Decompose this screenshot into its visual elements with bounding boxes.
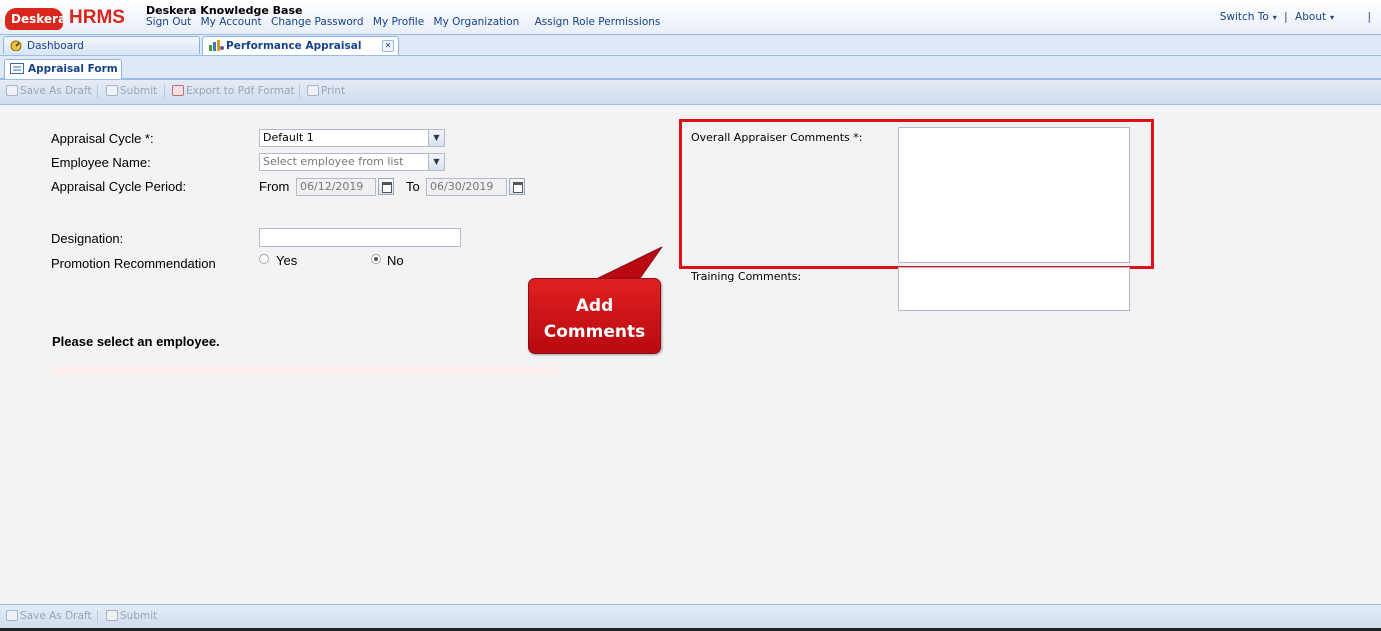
button-label: Submit — [120, 610, 158, 622]
training-comments-textarea[interactable] — [898, 267, 1130, 311]
tab-dashboard[interactable]: Dashboard — [3, 36, 200, 54]
my-organization-link[interactable]: My Organization — [434, 16, 520, 28]
appraisal-cycle-label: Appraisal Cycle *: — [51, 131, 154, 146]
from-date-field[interactable]: 06/12/2019 — [296, 178, 394, 196]
button-label: Export to Pdf Format — [186, 85, 295, 97]
cycle-period-label: Appraisal Cycle Period: — [51, 179, 187, 194]
button-label: Save As Draft — [20, 610, 92, 622]
tab-appraisal-form[interactable]: Appraisal Form — [4, 59, 122, 79]
chevron-down-icon[interactable]: ▼ — [428, 129, 445, 147]
print-icon — [307, 85, 319, 96]
training-comments-label: Training Comments: — [691, 270, 802, 283]
chevron-down-icon: ▾ — [1272, 13, 1277, 22]
pdf-icon — [172, 85, 184, 96]
employee-name-placeholder: Select employee from list — [263, 155, 404, 168]
product-name: HRMS — [69, 7, 125, 28]
appraisal-cycle-value: Default 1 — [263, 131, 314, 144]
form-icon — [10, 62, 24, 74]
highlight-box — [679, 119, 1154, 269]
to-date-value: 06/30/2019 — [430, 180, 494, 193]
print-button[interactable]: Print — [307, 85, 345, 97]
right-nav: Switch To ▾ | About ▾ | — [1220, 11, 1371, 23]
designation-label: Designation: — [51, 231, 124, 246]
top-toolbar: Save As Draft Submit Export to Pdf Forma… — [0, 79, 1381, 105]
to-date-field[interactable]: 06/30/2019 — [426, 178, 525, 196]
deskera-logo: Deskera — [5, 8, 67, 30]
dashboard-icon — [9, 39, 23, 52]
nav-separator: | — [1284, 11, 1288, 23]
my-account-link[interactable]: My Account — [201, 16, 262, 28]
from-date-value: 06/12/2019 — [300, 180, 364, 193]
toolbar-separator — [299, 85, 300, 98]
subtab-label: Appraisal Form — [28, 63, 118, 75]
tab-performance-appraisal[interactable]: Performance Appraisal ✕ — [202, 36, 399, 55]
button-label: Submit — [120, 85, 158, 97]
save-draft-icon — [6, 610, 18, 621]
select-employee-message: Please select an employee. — [52, 334, 220, 349]
calendar-icon[interactable] — [378, 178, 394, 195]
promotion-yes-radio[interactable] — [259, 254, 269, 264]
tab-label: Performance Appraisal — [226, 40, 362, 52]
export-pdf-button[interactable]: Export to Pdf Format — [172, 85, 295, 97]
add-comments-callout: Add Comments — [528, 278, 661, 354]
button-label: Print — [321, 85, 346, 97]
employee-name-select[interactable]: Select employee from list ▼ — [259, 153, 445, 171]
promotion-yes-label: Yes — [276, 253, 298, 268]
toolbar-separator — [97, 85, 98, 98]
nav-separator: | — [1367, 11, 1371, 23]
promotion-label: Promotion Recommendation — [51, 256, 216, 271]
toolbar-separator — [164, 85, 165, 98]
sign-out-link[interactable]: Sign Out — [146, 16, 191, 28]
close-icon[interactable]: ✕ — [382, 40, 394, 52]
promotion-no-radio[interactable] — [371, 254, 381, 264]
submit-icon — [106, 610, 118, 621]
performance-icon — [208, 39, 224, 51]
button-label: Save As Draft — [20, 85, 92, 97]
assign-role-permissions-link[interactable]: Assign Role Permissions — [535, 16, 661, 28]
save-draft-button[interactable]: Save As Draft — [6, 85, 92, 97]
appraisal-form-body: Appraisal Cycle *: Default 1 ▼ Employee … — [0, 105, 1381, 604]
logo-text: Deskera — [11, 12, 67, 26]
save-draft-icon — [6, 85, 18, 96]
tab-label: Dashboard — [27, 40, 84, 52]
callout-line-2: Comments — [543, 322, 646, 342]
submit-icon — [106, 85, 118, 96]
promotion-no-label: No — [387, 253, 404, 268]
switch-to-menu[interactable]: Switch To — [1220, 11, 1269, 23]
designation-field[interactable] — [259, 228, 461, 247]
callout-line-1: Add — [575, 296, 614, 316]
change-password-link[interactable]: Change Password — [271, 16, 364, 28]
appraisal-cycle-select[interactable]: Default 1 ▼ — [259, 129, 445, 147]
my-profile-link[interactable]: My Profile — [373, 16, 424, 28]
chevron-down-icon: ▾ — [1330, 13, 1335, 22]
save-draft-button[interactable]: Save As Draft — [6, 610, 92, 622]
app-header: Deskera HRMS Deskera Knowledge Base Sign… — [0, 0, 1381, 35]
main-tab-bar: Dashboard Performance Appraisal ✕ — [0, 35, 1381, 56]
about-menu[interactable]: About — [1295, 11, 1326, 23]
message-bar — [52, 366, 557, 375]
calendar-icon[interactable] — [509, 178, 525, 195]
to-label: To — [406, 179, 420, 194]
sub-tab-bar: Appraisal Form — [0, 56, 1381, 79]
from-label: From — [259, 179, 290, 194]
chevron-down-icon[interactable]: ▼ — [428, 153, 445, 171]
submit-button[interactable]: Submit — [106, 610, 157, 622]
toolbar-separator — [97, 610, 98, 623]
top-links: Sign Out My Account Change Password My P… — [146, 16, 666, 28]
employee-name-label: Employee Name: — [51, 155, 151, 170]
submit-button[interactable]: Submit — [106, 85, 157, 97]
bottom-toolbar: Save As Draft Submit — [0, 604, 1381, 630]
